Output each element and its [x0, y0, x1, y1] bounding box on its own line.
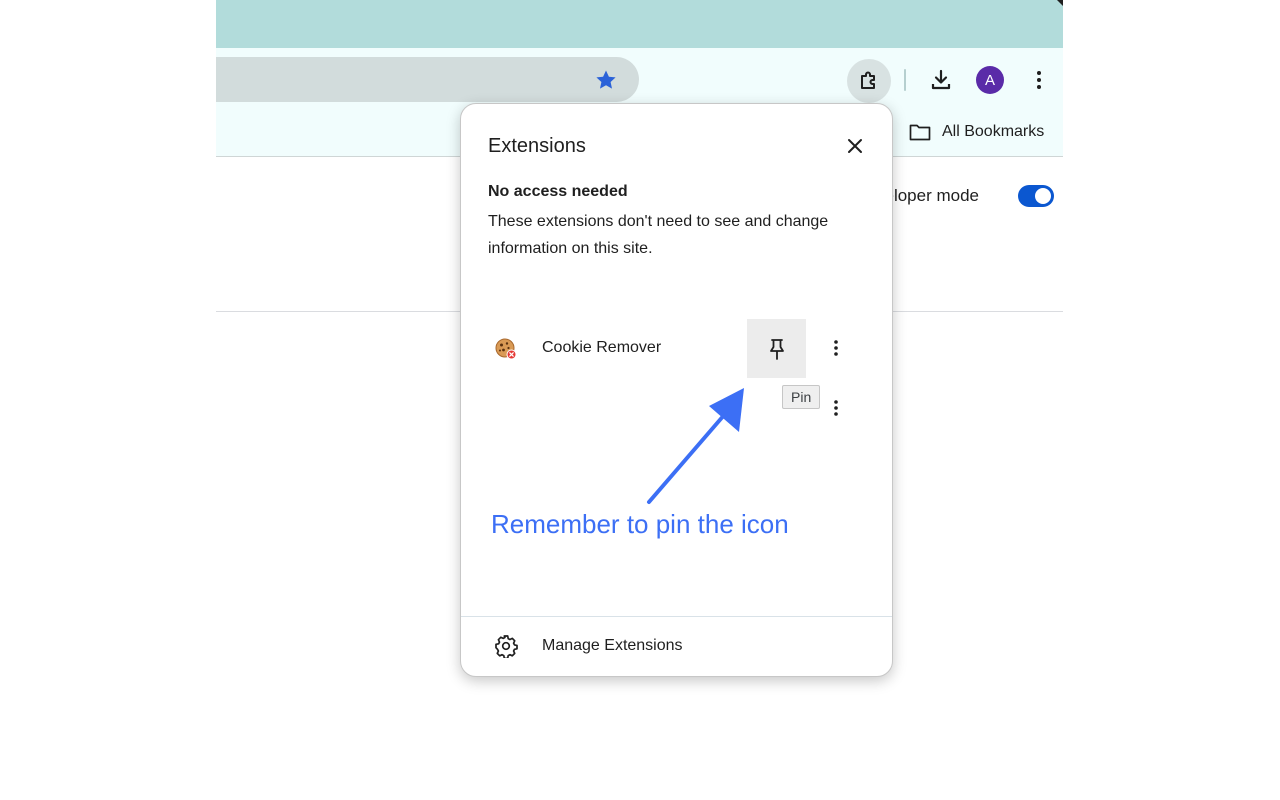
- pin-tooltip: Pin: [782, 385, 821, 409]
- bookmark-star-icon[interactable]: [594, 68, 618, 92]
- cookie-icon: [495, 338, 517, 360]
- extension-more-button-2[interactable]: [824, 396, 848, 420]
- close-button[interactable]: [841, 132, 869, 160]
- tab-strip: [216, 0, 1063, 48]
- section-heading: No access needed: [488, 183, 628, 200]
- puzzle-icon: [861, 71, 875, 89]
- extensions-button[interactable]: [847, 59, 891, 103]
- extension-more-button[interactable]: [824, 336, 848, 360]
- toggle-knob: [1035, 188, 1051, 204]
- screenshot-stage: A All Bookmarks veloper mode Extensions …: [0, 0, 1280, 800]
- annotation-text: Remember to pin the icon: [491, 509, 789, 539]
- more-vertical-icon: [1037, 71, 1041, 89]
- folder-icon: [909, 124, 931, 141]
- more-vertical-icon: [834, 400, 838, 416]
- all-bookmarks-label: All Bookmarks: [942, 123, 1045, 140]
- browser-menu-button[interactable]: [1019, 60, 1059, 100]
- pin-icon: [769, 338, 784, 360]
- pin-extension-button[interactable]: [747, 319, 806, 378]
- all-bookmarks-button[interactable]: All Bookmarks: [908, 120, 1044, 144]
- manage-extensions-button[interactable]: Manage Extensions: [461, 617, 892, 676]
- browser-toolbar: A: [216, 48, 1063, 108]
- more-vertical-icon: [834, 340, 838, 356]
- close-icon: [848, 139, 862, 153]
- manage-extensions-label: Manage Extensions: [542, 637, 683, 654]
- popup-title: Extensions: [488, 135, 586, 157]
- download-icon: [931, 69, 951, 90]
- tab-strip-corner: [1057, 0, 1063, 6]
- section-description: These extensions don't need to see and c…: [488, 213, 829, 257]
- downloads-button[interactable]: [921, 60, 961, 100]
- address-bar[interactable]: [216, 57, 639, 102]
- profile-avatar[interactable]: A: [976, 66, 1004, 94]
- developer-mode-toggle[interactable]: [1018, 185, 1054, 207]
- extension-name[interactable]: Cookie Remover: [542, 339, 661, 357]
- annotation-arrow: [647, 388, 744, 504]
- extensions-popup: Extensions No access needed These extens…: [460, 103, 893, 677]
- gear-icon: [495, 635, 518, 658]
- toolbar-separator: [904, 69, 906, 91]
